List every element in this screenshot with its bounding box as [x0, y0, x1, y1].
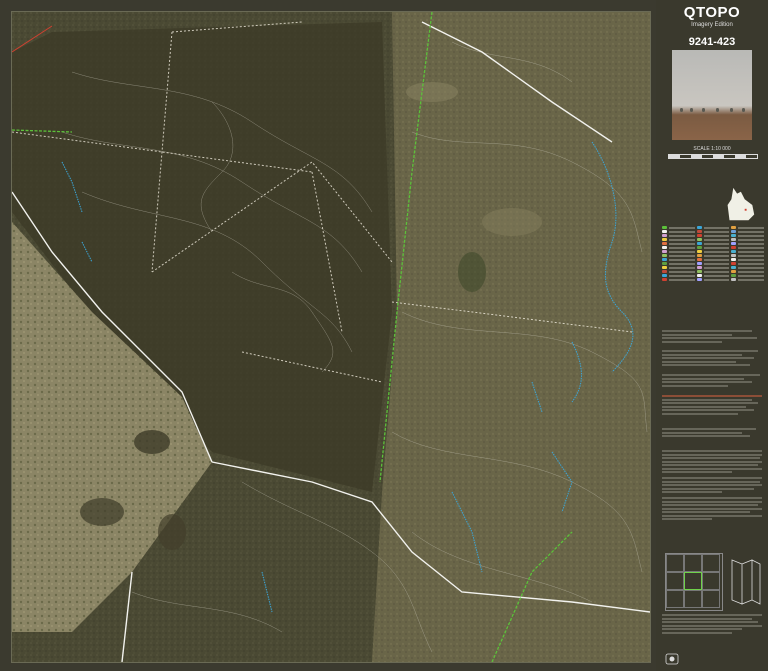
transportation-section: [662, 395, 762, 416]
cover-photo: [672, 50, 752, 140]
sheet-number: 9241-423: [688, 36, 736, 48]
legend-panel: QTOPO Imagery Edition 9241-423 SCALE 1:1…: [656, 0, 768, 671]
land-use-section: [662, 350, 762, 368]
current-sheet-cell: [684, 572, 702, 590]
government-crest-icon: [665, 653, 679, 665]
queensland-locator-map: [727, 187, 755, 221]
map-sheet: QTOPO Imagery Edition 9241-423 SCALE 1:1…: [0, 0, 768, 671]
map-title: QTOPO: [683, 4, 741, 21]
grassland-east: [372, 12, 650, 662]
disclaimer-text: [662, 450, 762, 522]
imagery-map[interactable]: [11, 11, 651, 663]
footer-text: [662, 614, 762, 635]
boundaries-section: [662, 330, 762, 344]
scale-bar: [668, 154, 758, 159]
map-subtitle: Imagery Edition: [691, 22, 733, 28]
legend-symbols: [662, 226, 765, 282]
map-fold-diagram: [731, 559, 761, 605]
infrastructure-section: [662, 428, 762, 439]
hydrography-section: [662, 374, 762, 388]
scale-label: SCALE 1:10 000: [693, 146, 731, 152]
adjoining-sheets-index: [665, 553, 723, 611]
map-imagery-svg: [12, 12, 650, 662]
